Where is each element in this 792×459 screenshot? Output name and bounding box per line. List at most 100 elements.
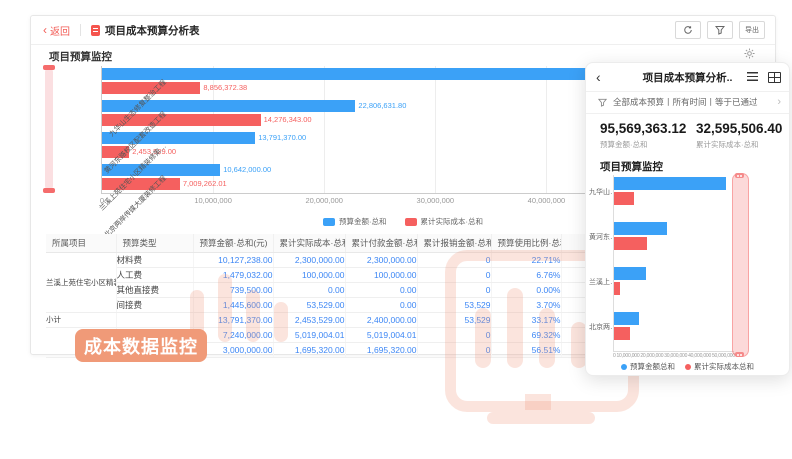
scrollbar-handle-top[interactable] (735, 173, 744, 178)
budget-bar (102, 132, 255, 144)
list-view-icon[interactable] (747, 72, 758, 81)
x-axis-tick: 20,000,000 (305, 196, 343, 205)
x-axis-tick: 50,000,000 (712, 353, 735, 359)
ratio-cell: 69.32% (491, 328, 561, 343)
export-label: 导出 (745, 25, 759, 35)
ratio-cell: 33.17% (491, 313, 561, 328)
panel-chart-ticks: 010,000,00020,000,00030,000,00040,000,00… (613, 353, 735, 359)
titlebar-divider (80, 24, 81, 36)
titlebar: ‹ 返回 项目成本预算分析表 导出 (31, 16, 775, 45)
actual-cell: 2,300,000.00 (273, 253, 345, 268)
refresh-button[interactable] (675, 21, 701, 39)
slider-handle-bottom[interactable] (43, 188, 55, 193)
x-axis-tick: 10,000,000 (616, 353, 639, 359)
actual-cell: 5,019,004.01 (273, 328, 345, 343)
column-header: 预算使用比例·总和(%) (491, 234, 561, 253)
budget-type-cell: 材料费 (116, 253, 193, 268)
reimburse-cell: 53,529 (417, 313, 491, 328)
titlebar-buttons: 导出 (675, 21, 765, 39)
legend-swatch (323, 218, 335, 226)
filter-button[interactable] (707, 21, 733, 39)
legend-item[interactable]: 预算金额·总和 (323, 216, 387, 227)
funnel-icon (598, 98, 607, 107)
reimburse-cell: 0 (417, 268, 491, 283)
budget-type-cell: 其他直接费 (116, 283, 193, 298)
reimburse-cell: 0 (417, 343, 491, 358)
payment-cell: 2,400,000.00 (345, 313, 417, 328)
payment-cell: 1,695,320.00 (345, 343, 417, 358)
filter-summary: 全部成本预算丨所有时间丨等于已通过 (613, 96, 758, 108)
legend-swatch (405, 218, 417, 226)
x-axis-tick: 40,000,000 (528, 196, 566, 205)
budget-cell: 739,500.00 (193, 283, 273, 298)
budget-type-cell: 间接费 (116, 298, 193, 313)
chevron-right-icon: › (777, 96, 781, 108)
budget-type-cell (116, 313, 193, 328)
report-doc-icon (91, 25, 100, 36)
reimburse-cell: 0 (417, 283, 491, 298)
slider-handle-top[interactable] (43, 65, 55, 70)
gridline (546, 66, 547, 193)
budget-bar (614, 312, 639, 325)
panel-legend: 预算金额总和 累计实际成本总和 (586, 361, 789, 372)
payment-cell: 2,300,000.00 (345, 253, 417, 268)
column-header: 预算金额·总和(元) (193, 234, 273, 253)
x-axis-tick: 20,000,000 (640, 353, 663, 359)
legend-item[interactable]: 累计实际成本总和 (685, 361, 754, 372)
bar-value-label: 14,276,343.00 (264, 116, 312, 124)
stat-actual-total: 32,595,506.40 累计实际成本·总和 (696, 121, 782, 150)
actual-bar (614, 237, 647, 250)
ratio-cell: 0.00% (491, 283, 561, 298)
stat-value: 95,569,363.12 (600, 121, 686, 136)
panel-header: 项目成本预算分析.. ‹ (586, 63, 789, 92)
legend-label: 累计实际成本总和 (694, 361, 754, 372)
budget-bar (614, 267, 646, 280)
reimburse-cell: 53,529 (417, 298, 491, 313)
ratio-cell: 22.71% (491, 253, 561, 268)
x-axis-tick: 30,000,000 (664, 353, 687, 359)
column-header: 累计付款金额·总和(元) (345, 234, 417, 253)
x-axis-tick: 10,000,000 (194, 196, 232, 205)
gridline (435, 66, 436, 193)
payment-cell: 0.00 (345, 283, 417, 298)
bar-value-label: 7,009,262.01 (183, 180, 227, 188)
budget-cell: 13,791,370.00 (193, 313, 273, 328)
stat-label: 预算金额·总和 (600, 139, 686, 150)
bar-value-label: 10,642,000.00 (223, 166, 271, 174)
chart-datazoom-slider[interactable] (45, 68, 53, 190)
category-label: 北京两… (589, 322, 612, 332)
project-cell: 兰溪上苑住宅小区精装修第… (46, 253, 116, 313)
column-header: 累计报销金额·总和(元) (417, 234, 491, 253)
legend-label: 累计实际成本·总和 (421, 216, 484, 227)
legend-dot (621, 364, 627, 370)
payment-cell: 0.00 (345, 298, 417, 313)
back-button[interactable]: ‹ 返回 (43, 23, 70, 38)
budget-bar (614, 177, 726, 190)
budget-cell: 1,445,600.00 (193, 298, 273, 313)
column-header: 所属项目 (46, 234, 116, 253)
chart-block-title: 项目预算监控 (49, 49, 112, 64)
ratio-cell: 6.76% (491, 268, 561, 283)
panel-scrollbar[interactable] (732, 173, 749, 357)
panel-filter-bar[interactable]: 全部成本预算丨所有时间丨等于已通过 › (586, 91, 789, 114)
actual-cell: 100,000.00 (273, 268, 345, 283)
legend-item[interactable]: 累计实际成本·总和 (405, 216, 484, 227)
stat-budget-total: 95,569,363.12 预算金额·总和 (600, 121, 686, 150)
back-label: 返回 (50, 23, 70, 38)
scrollbar-handle-bottom[interactable] (735, 352, 744, 357)
actual-cell: 2,453,529.00 (273, 313, 345, 328)
budget-cell: 1,479,032.00 (193, 268, 273, 283)
ratio-cell: 3.70% (491, 298, 561, 313)
filter-icon (715, 25, 725, 35)
legend-item[interactable]: 预算金额总和 (621, 361, 675, 372)
actual-cell: 53,529.00 (273, 298, 345, 313)
actual-cell: 0.00 (273, 283, 345, 298)
gridline (324, 66, 325, 193)
export-button[interactable]: 导出 (739, 21, 765, 39)
reimburse-cell: 0 (417, 328, 491, 343)
table-view-icon[interactable] (768, 72, 781, 83)
back-chevron-icon: ‹ (43, 24, 47, 36)
legend-label: 预算金额·总和 (339, 216, 387, 227)
panel-header-icons (747, 72, 781, 83)
payment-cell: 5,019,004.01 (345, 328, 417, 343)
